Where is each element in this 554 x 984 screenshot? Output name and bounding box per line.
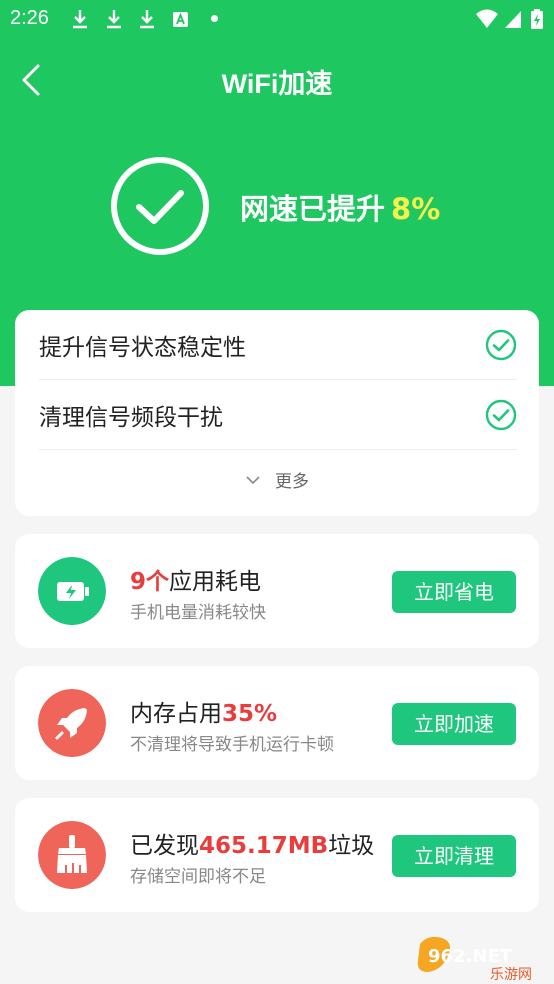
signal-icon	[505, 11, 521, 28]
check-circle-icon	[111, 157, 209, 255]
download-icon	[107, 10, 121, 29]
card-subtitle: 手机电量消耗较快	[130, 603, 266, 623]
card-title: 已发现465.17MB垃圾	[130, 826, 374, 860]
hero-text: 网速已提升	[240, 192, 386, 226]
battery-icon	[38, 557, 106, 625]
watermark-brand: 962.NET	[428, 946, 513, 967]
hero-percent: 8%	[391, 192, 441, 226]
card-title-text: 应用耗电	[169, 569, 262, 595]
more-label: 更多	[275, 472, 309, 492]
list-item: 提升信号状态稳定性	[39, 310, 517, 380]
status-time: 2:26	[10, 7, 49, 29]
download-icon	[140, 10, 154, 29]
page-title: WiFi加速	[221, 69, 333, 99]
card-subtitle: 存储空间即将不足	[130, 867, 266, 887]
app-notification-icon	[173, 12, 188, 27]
rocket-icon	[38, 689, 106, 757]
card-title-text: 内存占用	[130, 701, 222, 727]
junk-card: 已发现465.17MB垃圾 存储空间即将不足 立即清理	[15, 798, 539, 912]
list-item: 清理信号频段干扰	[39, 380, 517, 450]
card-title-text: 已发现	[130, 833, 199, 859]
card-title-suffix: 垃圾	[328, 833, 375, 859]
check-circle-icon	[485, 399, 517, 431]
watermark-sub: 乐游网	[490, 967, 532, 982]
more-button[interactable]: 更多	[15, 462, 539, 502]
memory-card: 内存占用35% 不清理将导致手机运行卡顿 立即加速	[15, 666, 539, 780]
clean-button[interactable]: 立即清理	[392, 835, 516, 877]
card-title: 9个应用耗电	[130, 562, 261, 596]
broom-icon	[38, 821, 106, 889]
battery-charging-icon	[531, 9, 543, 29]
status-bar: 2:26	[0, 0, 554, 38]
hero-status: 网速已提升 8%	[240, 186, 440, 228]
battery-card: 9个应用耗电 手机电量消耗较快 立即省电	[15, 534, 539, 648]
card-title: 内存占用35%	[130, 694, 277, 728]
optimization-items-card: 提升信号状态稳定性 清理信号频段干扰 更多	[15, 310, 539, 516]
dot-icon	[211, 15, 218, 22]
card-highlight: 465.17MB	[199, 833, 329, 859]
card-subtitle: 不清理将导致手机运行卡顿	[130, 735, 334, 755]
item-label: 提升信号状态稳定性	[39, 335, 246, 361]
download-icon	[73, 10, 87, 29]
wifi-icon	[476, 9, 498, 28]
item-label: 清理信号频段干扰	[39, 405, 223, 431]
check-circle-icon	[485, 329, 517, 361]
speed-up-button[interactable]: 立即加速	[392, 703, 516, 745]
chevron-down-icon	[246, 476, 260, 485]
save-power-button[interactable]: 立即省电	[392, 571, 516, 613]
card-highlight: 35%	[222, 701, 278, 727]
card-highlight: 9个	[130, 569, 170, 595]
site-watermark-logo: 962.NET 乐游网	[417, 936, 532, 982]
